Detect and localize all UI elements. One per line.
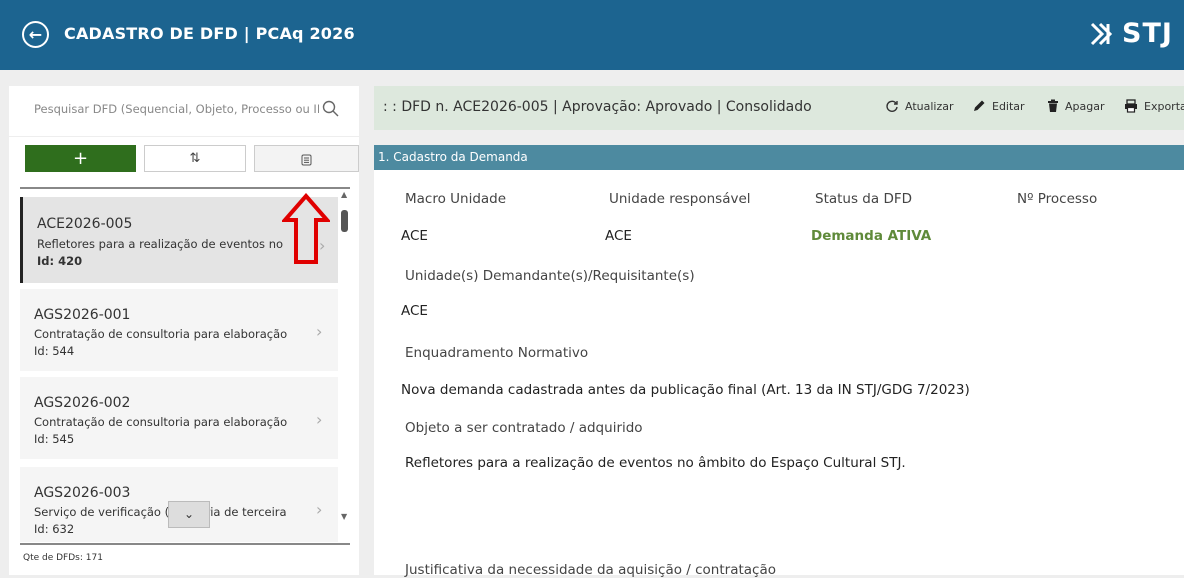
trash-icon bbox=[1048, 99, 1058, 112]
item-id: Id: 420 bbox=[37, 254, 83, 268]
dfd-count: Qte de DFDs: 171 bbox=[23, 553, 103, 563]
unidade-responsavel-value: ACE bbox=[605, 228, 632, 244]
delete-label: Apagar bbox=[1065, 99, 1105, 113]
item-id: Id: 544 bbox=[34, 344, 75, 358]
dfd-list-panel: + ⇅ ACE2026-005 Refletores para a realiz… bbox=[9, 86, 359, 575]
sort-arrows-icon: ⇅ bbox=[189, 151, 201, 166]
chevron-right-icon: › bbox=[316, 322, 323, 341]
stj-logo-mark-icon bbox=[1090, 22, 1113, 45]
status-badge: Demanda ATIVA bbox=[811, 228, 932, 244]
demandantes-label: Unidade(s) Demandante(s)/Requisitante(s) bbox=[405, 268, 695, 284]
list-bottom-divider bbox=[20, 543, 350, 545]
objeto-value: Refletores para a realização de eventos … bbox=[405, 455, 906, 471]
refresh-label: Atualizar bbox=[905, 99, 954, 113]
justificativa-label: Justificativa da necessidade da aquisiçã… bbox=[405, 562, 776, 578]
scroll-down-icon[interactable]: ▼ bbox=[341, 512, 347, 521]
item-code: ACE2026-005 bbox=[37, 216, 133, 232]
export-button[interactable]: Exportar bbox=[1124, 99, 1184, 113]
demand-form: Macro Unidade Unidade responsável Status… bbox=[374, 170, 1184, 578]
objeto-label: Objeto a ser contratado / adquirido bbox=[405, 420, 643, 436]
item-code: AGS2026-001 bbox=[34, 307, 131, 323]
app-header: ← CADASTRO DE DFD | PCAq 2026 STJ bbox=[0, 0, 1184, 70]
status-label: Status da DFD bbox=[815, 191, 912, 207]
annotation-arrow-icon bbox=[282, 193, 330, 264]
sort-button[interactable]: ⇅ bbox=[144, 145, 246, 172]
section-title: 1. Cadastro da Demanda bbox=[378, 150, 528, 164]
list-scrollbar[interactable]: ▲ ▼ bbox=[340, 190, 350, 530]
chevron-right-icon: › bbox=[316, 410, 323, 429]
refresh-button[interactable]: Atualizar bbox=[885, 99, 954, 113]
list-item[interactable]: AGS2026-001 Contratação de consultoria p… bbox=[20, 289, 338, 371]
dfd-title: : : DFD n. ACE2026-005 | Aprovação: Apro… bbox=[383, 99, 812, 115]
chevron-right-icon: › bbox=[316, 500, 323, 519]
edit-button[interactable]: Editar bbox=[972, 99, 1025, 113]
scrollbar-thumb[interactable] bbox=[341, 210, 348, 232]
refresh-icon bbox=[886, 100, 898, 112]
delete-button[interactable]: Apagar bbox=[1047, 99, 1105, 113]
section-header[interactable]: 1. Cadastro da Demanda bbox=[374, 145, 1184, 170]
item-id: Id: 632 bbox=[34, 522, 75, 536]
plus-icon: + bbox=[72, 148, 89, 169]
scroll-down-button[interactable]: ⌄ bbox=[168, 501, 210, 528]
search-input[interactable] bbox=[32, 101, 321, 117]
arrow-left-icon: ← bbox=[28, 25, 43, 44]
list-item[interactable]: AGS2026-002 Contratação de consultoria p… bbox=[20, 377, 338, 459]
edit-label: Editar bbox=[992, 99, 1025, 113]
document-icon bbox=[301, 154, 312, 165]
item-code: AGS2026-002 bbox=[34, 395, 131, 411]
item-description: Contratação de consultoria para elaboraç… bbox=[34, 327, 288, 341]
enquadramento-label: Enquadramento Normativo bbox=[405, 345, 589, 361]
processo-label: Nº Processo bbox=[1017, 191, 1098, 207]
back-button[interactable]: ← bbox=[22, 21, 49, 48]
report-button[interactable] bbox=[254, 145, 359, 172]
macro-unidade-value: ACE bbox=[401, 228, 428, 244]
item-description: Contratação de consultoria para elaboraç… bbox=[34, 415, 288, 429]
unidade-responsavel-label: Unidade responsável bbox=[609, 191, 751, 207]
search-icon[interactable] bbox=[321, 99, 341, 119]
chevron-down-icon: ⌄ bbox=[183, 507, 195, 521]
item-code: AGS2026-003 bbox=[34, 485, 131, 501]
macro-unidade-label: Macro Unidade bbox=[405, 191, 507, 207]
stj-logo: STJ bbox=[1090, 18, 1173, 49]
export-label: Exportar bbox=[1144, 99, 1184, 113]
demandantes-value: ACE bbox=[401, 303, 428, 319]
item-description: Serviço de verificação (auditoria de ter… bbox=[34, 505, 287, 519]
search-bar bbox=[9, 86, 359, 137]
page-title: CADASTRO DE DFD | PCAq 2026 bbox=[64, 24, 355, 43]
enquadramento-value: Nova demanda cadastrada antes da publica… bbox=[401, 382, 970, 398]
item-description: Refletores para a realização de eventos … bbox=[37, 237, 284, 251]
detail-header: : : DFD n. ACE2026-005 | Aprovação: Apro… bbox=[374, 86, 1184, 130]
logo-text: STJ bbox=[1122, 18, 1173, 49]
scroll-up-icon[interactable]: ▲ bbox=[341, 190, 347, 199]
pencil-icon bbox=[974, 100, 985, 111]
print-export-icon bbox=[1125, 99, 1137, 113]
add-dfd-button[interactable]: + bbox=[25, 145, 136, 172]
list-divider bbox=[20, 187, 350, 189]
item-id: Id: 545 bbox=[34, 432, 75, 446]
